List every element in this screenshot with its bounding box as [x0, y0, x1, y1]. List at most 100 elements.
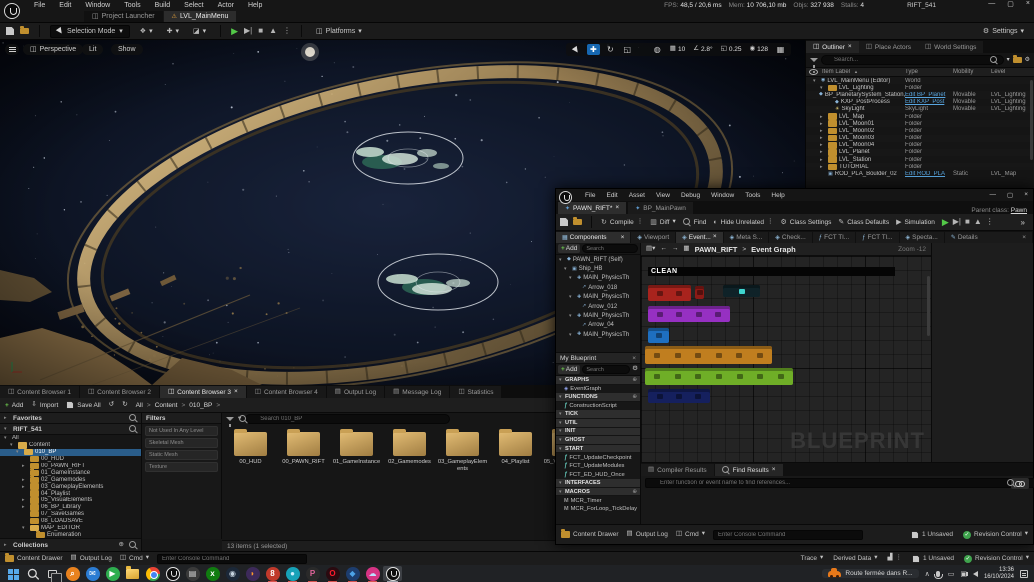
node-cluster[interactable] [695, 286, 704, 299]
expander-icon[interactable]: ▸ [820, 142, 826, 148]
forward-icon[interactable]: ↻ [122, 402, 127, 409]
show-dropdown[interactable]: Show [111, 44, 143, 55]
tree-item-07_savegames[interactable]: 07_SaveGames [0, 511, 141, 518]
tab-fcttl[interactable]: ƒFCT Tl... [856, 232, 898, 243]
section-util[interactable]: ▾UTIL [556, 419, 640, 428]
platforms-dropdown[interactable]: ◫ Platforms ▾ [312, 26, 366, 37]
rotate-tool-icon[interactable]: ↻ [604, 44, 617, 55]
expander-icon[interactable]: ▸ [820, 157, 826, 163]
tree-item-content[interactable]: ▾Content [0, 442, 141, 449]
expander-icon[interactable]: ▸ [820, 135, 826, 141]
menu-actor[interactable]: Actor [212, 1, 240, 10]
menu-window[interactable]: Window [79, 1, 116, 10]
outliner-scrollbar[interactable] [1030, 80, 1033, 160]
favorites-header[interactable]: ▸ Favorites [0, 413, 141, 424]
perspective-dropdown[interactable]: ◫ Perspective [23, 44, 83, 55]
expander-icon[interactable]: ▸ [22, 497, 28, 503]
close-icon[interactable]: × [1026, 0, 1030, 8]
taskbar-chrome[interactable] [143, 566, 162, 581]
forward-icon[interactable]: → [672, 246, 679, 253]
column-mobility[interactable]: Mobility [953, 69, 991, 75]
section-graphs[interactable]: ▾GRAPHS⊕ [556, 376, 640, 385]
menu-file[interactable]: File [580, 191, 600, 200]
expander-icon[interactable]: ▾ [820, 85, 826, 91]
folder-tile[interactable]: 03_GameplayElements [436, 427, 489, 489]
add-icon[interactable]: ⊕ [632, 377, 637, 383]
menu-view[interactable]: View [651, 191, 675, 200]
graph-item[interactable]: ƒFCT_ED_HUD_Once [556, 471, 640, 480]
tree-item-05_visualelements[interactable]: ▸05_VisualElements [0, 497, 141, 504]
tab-content-browser-4[interactable]: ◫Content Browser 4 [247, 386, 326, 398]
my-blueprint-header[interactable]: My Blueprint × [556, 353, 640, 364]
revision-control-dropdown[interactable]: ✓Revision Control▾ [963, 531, 1028, 539]
tab-check[interactable]: ◈Check... [769, 232, 811, 243]
outliner-settings-icon[interactable]: ⚙ [1025, 57, 1030, 63]
save-icon[interactable] [560, 218, 568, 226]
filter-chip[interactable]: Not Used In Any Level [145, 426, 218, 436]
selection-mode-dropdown[interactable]: Selection Mode ▾ [50, 25, 130, 38]
cinematics-dropdown[interactable]: ◪▾ [189, 26, 210, 37]
close-icon[interactable]: × [615, 205, 619, 212]
scale-tool-icon[interactable]: ◱ [621, 44, 634, 55]
breadcrumb-graph[interactable]: Event Graph [751, 245, 796, 254]
back-icon[interactable]: ↺ [109, 402, 114, 409]
outliner-row[interactable]: ▸LVL_Moon02Folder [806, 127, 1034, 134]
node-cluster[interactable] [645, 368, 793, 385]
tab-message-log[interactable]: ▤Message Log [385, 386, 449, 398]
viewport-menu-icon[interactable] [5, 44, 19, 55]
tab-bp_mainpawn[interactable]: ✦BP_MainPawn [628, 202, 693, 214]
tab-details[interactable]: ✎ Details × [945, 232, 1032, 243]
graph-scrollbar[interactable] [927, 276, 930, 336]
play-button[interactable]: ▶ [231, 27, 238, 36]
output-log-button[interactable]: ▤Output Log [71, 555, 112, 562]
select-tool-icon[interactable] [570, 44, 583, 55]
taskbar-steam[interactable]: ◉ [223, 566, 242, 581]
revision-control-dropdown[interactable]: ✓Revision Control▾ [964, 555, 1029, 563]
cmd-dropdown[interactable]: ◫Cmd▾ [676, 531, 705, 538]
outliner-row[interactable]: ▸LVL_Moon04Folder [806, 142, 1034, 149]
outliner-row[interactable]: ▸LVL_Moon01Folder [806, 120, 1034, 127]
tab-event[interactable]: ◈Event...× [676, 232, 722, 243]
search-icon[interactable] [129, 414, 137, 422]
component-row[interactable]: ▾✚MAIN_PhysicsTh [556, 330, 640, 339]
play-button[interactable]: ▶ [942, 218, 949, 227]
taskbar-app-mail[interactable]: ✉ [83, 566, 102, 581]
hidden-icons-chevron[interactable]: ∧ [925, 570, 930, 578]
viewport-layout-icon[interactable]: ▦ [774, 44, 787, 55]
eject-button[interactable]: ▲ [269, 27, 277, 35]
component-row[interactable]: ↗Arrow_018 [556, 283, 640, 292]
expander-icon[interactable]: ▸ [820, 149, 826, 155]
back-icon[interactable]: ← [660, 246, 667, 253]
taskbar-app-p[interactable]: P [303, 566, 322, 581]
move-tool-icon[interactable]: ✚ [587, 44, 600, 55]
taskbar-app-monitor[interactable]: ▤ [183, 566, 202, 581]
tab-output-log[interactable]: ▤Output Log [327, 386, 384, 398]
expander-icon[interactable]: ▸ [820, 121, 826, 127]
folder-tile[interactable]: 02_Gamemodes [383, 427, 436, 489]
tree-item-00_hud[interactable]: 00_HUD [0, 456, 141, 463]
tab-content-browser-2[interactable]: ◫Content Browser 2 [80, 386, 159, 398]
tab-fcttl[interactable]: ƒFCT Tl... [813, 232, 855, 243]
taskbar-app-green[interactable]: ▶ [103, 566, 122, 581]
menu-help[interactable]: Help [242, 1, 268, 10]
section-init[interactable]: ▾INIT [556, 428, 640, 437]
menu-build[interactable]: Build [149, 1, 177, 10]
outliner-row[interactable]: ▣ROD_PLA_Boulder_02Edit ROD_PLAStaticLVL… [806, 170, 1034, 177]
console-command-input[interactable] [157, 554, 307, 564]
tab-content-browser-1[interactable]: ◫Content Browser 1 [0, 386, 79, 398]
folder-tile[interactable]: 01_GameInstance [330, 427, 383, 489]
taskbar-app-orange-search[interactable]: ⌕ [63, 566, 82, 581]
filter-icon[interactable] [810, 58, 818, 62]
taskbar-unreal-launcher[interactable] [163, 566, 182, 581]
section-functions[interactable]: ▾FUNCTIONS⊕ [556, 393, 640, 402]
node-cluster[interactable] [648, 389, 710, 403]
expander-icon[interactable]: ▸ [22, 484, 28, 490]
folder-tile[interactable]: 00_HUD [224, 427, 277, 489]
graph-item[interactable]: ƒConstructionScript [556, 402, 640, 411]
component-row[interactable]: ▾✚MAIN_PhysicsTh [556, 311, 640, 320]
maximize-icon[interactable]: ▢ [1007, 0, 1014, 8]
network-status-icon[interactable]: ▟⋮ [887, 555, 902, 562]
content-drawer-button[interactable]: Content Drawer [561, 531, 619, 538]
tab-lvl_mainmenu[interactable]: ⚠LVL_MainMenu [164, 11, 237, 22]
graph-item[interactable]: ƒFCT_UpdateModules [556, 462, 640, 471]
